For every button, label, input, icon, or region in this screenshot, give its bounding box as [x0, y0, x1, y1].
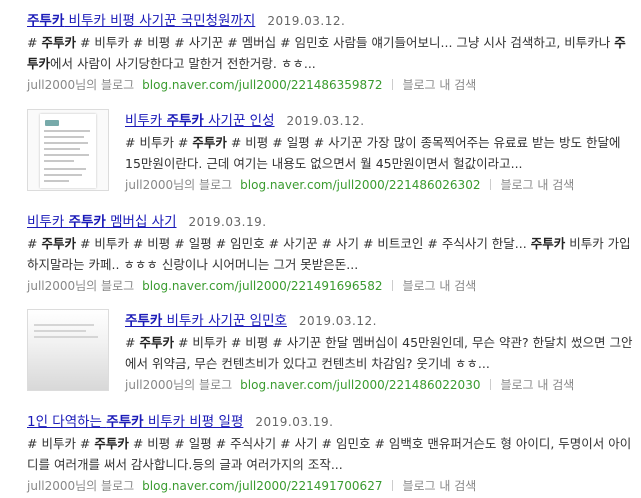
blog-search-results: 주투카 비투카 비평 사기꾼 국민청원까지 2019.03.12. # 주투카 #…: [0, 0, 641, 498]
snippet-text: # 비투카 #: [27, 436, 95, 451]
result-title-link[interactable]: 1인 다역하는 주투카 비투카 비평 일평: [27, 414, 243, 430]
blog-url-link[interactable]: blog.naver.com/jull2000/221486359872: [142, 78, 382, 92]
blog-author-link[interactable]: jull2000님의 블로그: [27, 78, 134, 92]
snippet-text: #: [27, 236, 42, 251]
snippet-text: 에서 사람이 사기당한다고 말한거 전한거랑. ㅎㅎ...: [50, 56, 316, 71]
result-title-link[interactable]: 비투카 주투카 멤버십 사기: [27, 214, 177, 230]
divider: [392, 79, 394, 90]
result-meta: jull2000님의 블로그 blog.naver.com/jull2000/22…: [27, 476, 633, 496]
result-snippet: # 비투카 # 주투카 # 비평 # 일평 # 사기꾼 가장 많이 종목찍어주는…: [125, 132, 633, 174]
result-title-link[interactable]: 주투카 비투카 사기꾼 임민호: [125, 313, 287, 329]
snippet-keyword: 주투카: [192, 135, 227, 150]
result-title-link[interactable]: 주투카 비투카 비평 사기꾼 국민청원까지: [27, 13, 255, 29]
snippet-text: #: [125, 335, 140, 350]
snippet-keyword: 주투카: [41, 236, 76, 251]
snippet-text: #: [27, 35, 42, 50]
result-meta: jull2000님의 블로그 blog.naver.com/jull2000/22…: [27, 75, 633, 95]
blog-author-link[interactable]: jull2000님의 블로그: [125, 178, 232, 192]
result-title-link[interactable]: 비투카 주투카 사기꾼 인성: [125, 113, 275, 129]
result-thumbnail[interactable]: [27, 109, 109, 191]
document-image: [28, 310, 108, 390]
search-in-blog-link[interactable]: 블로그 내 검색: [500, 178, 574, 192]
divider: [392, 480, 394, 491]
snippet-text: # 비투카 # 비평 # 사기꾼 # 멤버십 # 임민호 사람들 얘기들어보니.…: [75, 35, 615, 50]
result-snippet: # 주투카 # 비투카 # 비평 # 일평 # 임민호 # 사기꾼 # 사기 #…: [27, 233, 633, 275]
post-date: 2019.03.12.: [298, 314, 377, 328]
snippet-text: # 비투카 # 비평 # 사기꾼 한달 멤버십이 45만원인데, 무슨 약관? …: [125, 335, 633, 371]
post-date: 2019.03.12.: [267, 14, 346, 28]
post-date: 2019.03.19.: [255, 415, 334, 429]
post-date: 2019.03.12.: [286, 114, 365, 128]
blog-url-link[interactable]: blog.naver.com/jull2000/221486022030: [240, 378, 480, 392]
post-date: 2019.03.19.: [188, 215, 267, 229]
blog-url-link[interactable]: blog.naver.com/jull2000/221491700627: [142, 479, 382, 493]
snippet-keyword: 주투카: [139, 335, 174, 350]
blog-author-link[interactable]: jull2000님의 블로그: [27, 479, 134, 493]
search-in-blog-link[interactable]: 블로그 내 검색: [402, 279, 476, 293]
blog-author-link[interactable]: jull2000님의 블로그: [125, 378, 232, 392]
document-image: [40, 114, 96, 188]
blog-url-link[interactable]: blog.naver.com/jull2000/221486026302: [240, 178, 480, 192]
snippet-keyword: 주투카: [94, 436, 129, 451]
result-meta: jull2000님의 블로그 blog.naver.com/jull2000/22…: [27, 276, 633, 296]
result-meta: jull2000님의 블로그 blog.naver.com/jull2000/22…: [125, 175, 633, 195]
result-snippet: # 비투카 # 주투카 # 비평 # 일평 # 주식사기 # 사기 # 임민호 …: [27, 433, 633, 475]
result-snippet: # 주투카 # 비투카 # 비평 # 사기꾼 한달 멤버십이 45만원인데, 무…: [125, 332, 633, 374]
result-snippet: # 주투카 # 비투카 # 비평 # 사기꾼 # 멤버십 # 임민호 사람들 얘…: [27, 32, 633, 74]
search-in-blog-link[interactable]: 블로그 내 검색: [500, 378, 574, 392]
blog-url-link[interactable]: blog.naver.com/jull2000/221491696582: [142, 279, 382, 293]
divider: [490, 379, 492, 390]
result-meta: jull2000님의 블로그 blog.naver.com/jull2000/22…: [125, 375, 633, 395]
divider: [490, 179, 492, 190]
snippet-text: # 비투카 #: [125, 135, 193, 150]
result-thumbnail[interactable]: [27, 309, 109, 391]
search-in-blog-link[interactable]: 블로그 내 검색: [402, 78, 476, 92]
snippet-keyword: 주투카: [41, 35, 76, 50]
blog-author-link[interactable]: jull2000님의 블로그: [27, 279, 134, 293]
search-in-blog-link[interactable]: 블로그 내 검색: [402, 479, 476, 493]
snippet-keyword: 주투카: [530, 236, 566, 251]
divider: [392, 280, 394, 291]
snippet-text: # 비투카 # 비평 # 일평 # 임민호 # 사기꾼 # 사기 # 비트코인 …: [75, 236, 531, 251]
